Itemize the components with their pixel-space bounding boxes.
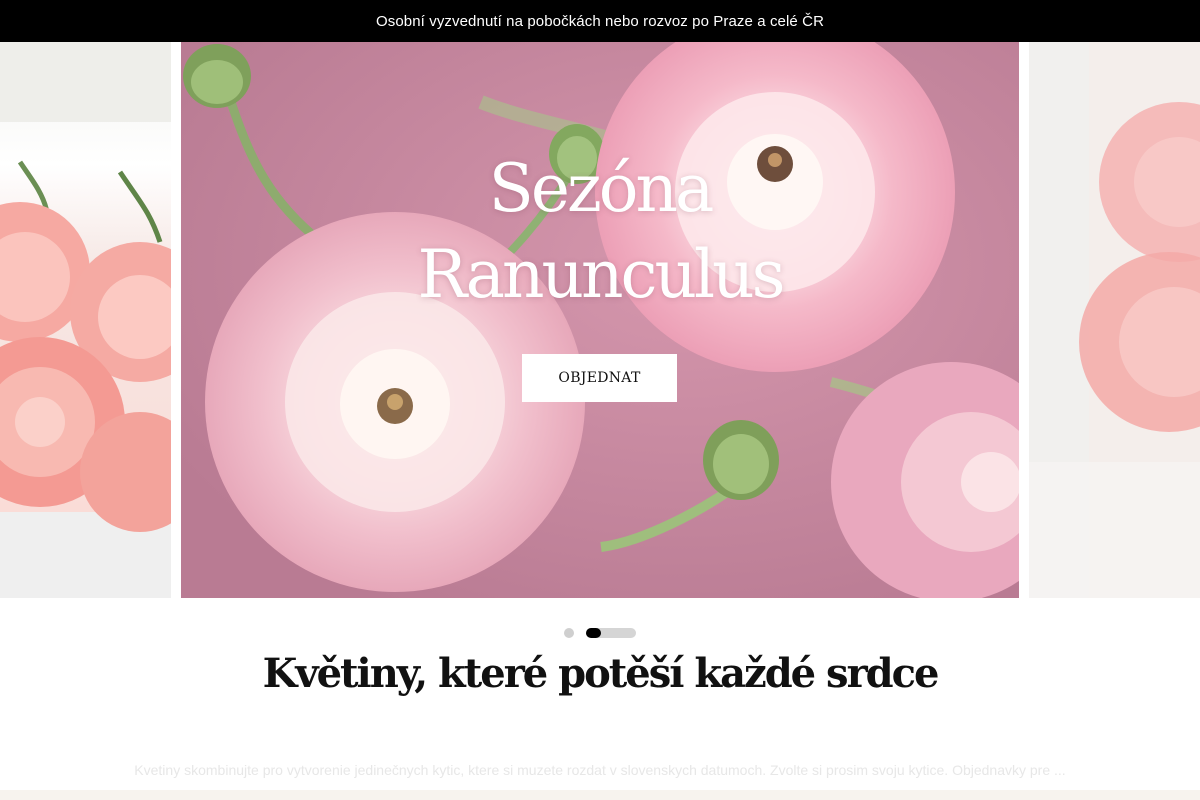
pagination-dot-2-progress xyxy=(586,628,601,638)
hero-carousel[interactable] xyxy=(0,42,1200,598)
section-headline: Květiny, které potěší každé srdce xyxy=(262,650,940,697)
bottom-strip xyxy=(0,790,1200,800)
carousel-slide-active[interactable] xyxy=(181,42,1019,598)
hero-title-line-1: Sezóna xyxy=(488,150,715,227)
pagination-dot-2-track[interactable] xyxy=(586,628,636,638)
previous-slide-flowers-image xyxy=(0,42,171,598)
announcement-text: Osobní vyzvednutí na pobočkách nebo rozv… xyxy=(375,12,825,30)
carousel-pagination xyxy=(564,628,638,638)
hero-title: Sezóna Ranunculus xyxy=(181,146,1019,318)
section-intro-text: Kvetiny skombinujte pro vytvorenie jedin… xyxy=(134,762,1066,778)
carousel-slide-previous[interactable] xyxy=(0,42,171,598)
announcement-bar: Osobní vyzvednutí na pobočkách nebo rozv… xyxy=(0,0,1200,42)
order-button[interactable]: OBJEDNAT xyxy=(522,354,677,402)
pagination-dot-1[interactable] xyxy=(564,628,574,638)
carousel-slide-next[interactable] xyxy=(1029,42,1200,598)
next-slide-flowers-image xyxy=(1029,42,1200,598)
hero-ranunculus-image xyxy=(181,42,1019,598)
hero-title-line-2: Ranunculus xyxy=(417,236,785,313)
